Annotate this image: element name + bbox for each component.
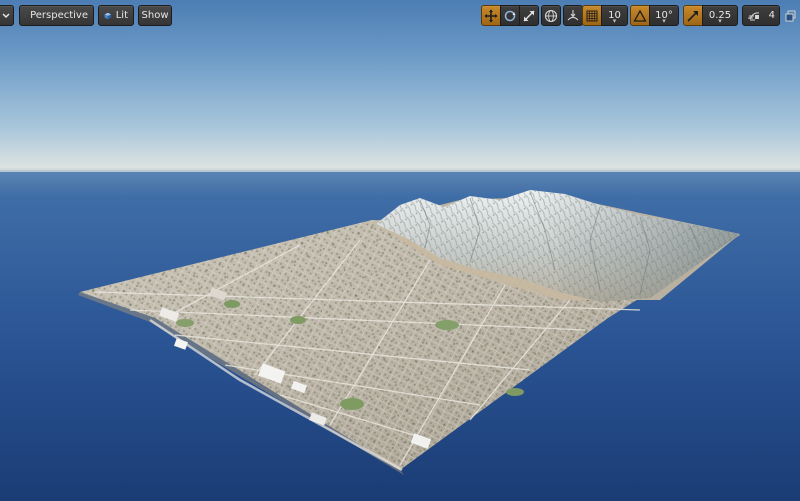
chevron-down-icon (2, 13, 10, 19)
scale-snap-value-dropdown[interactable]: 0.25 ▾ (702, 5, 738, 26)
surface-snap-icon (567, 9, 579, 20)
angle-icon (633, 9, 647, 22)
lit-cube-icon (104, 12, 112, 19)
perspective-icon (25, 15, 27, 16)
chevron-down-icon: ▾ (718, 17, 722, 25)
level-viewport[interactable]: Perspective Lit Show 10 ▾ 10° ▾ 0.25 ▾ 4 (0, 0, 800, 501)
chevron-down-icon: ▾ (612, 17, 617, 25)
grid-snap-value-dropdown[interactable]: 10 ▾ (601, 5, 628, 26)
maximize-viewport-button[interactable] (784, 8, 798, 22)
scale-tool-button[interactable] (519, 5, 539, 26)
translate-icon (484, 9, 498, 22)
scale-icon (523, 9, 535, 22)
camera-speed-value: 4 (768, 10, 775, 21)
maximize-icon (785, 10, 796, 22)
view-mode-lit-button[interactable]: Lit (98, 5, 134, 26)
scale-snap-icon (687, 10, 698, 22)
rotate-icon (504, 10, 516, 21)
perspective-label: Perspective (30, 10, 88, 21)
camera-speed-button[interactable]: 4 (742, 5, 780, 26)
globe-icon (544, 9, 558, 22)
viewport-options-button[interactable] (0, 5, 14, 26)
rotate-tool-button[interactable] (500, 5, 520, 26)
camera-speed-icon (748, 11, 760, 20)
translate-tool-button[interactable] (481, 5, 501, 26)
rotation-snap-value-dropdown[interactable]: 10° ▾ (649, 5, 679, 26)
grid-icon (586, 10, 598, 21)
show-button[interactable]: Show (138, 5, 172, 26)
lit-label: Lit (115, 10, 128, 21)
scene-render (0, 0, 800, 501)
grid-snap-toggle[interactable] (582, 5, 602, 26)
rotation-snap-toggle[interactable] (630, 5, 650, 26)
scale-snap-toggle[interactable] (683, 5, 703, 26)
viewport-toolbar: Perspective Lit Show 10 ▾ 10° ▾ 0.25 ▾ 4 (0, 0, 800, 30)
surface-snap-button[interactable] (563, 5, 583, 26)
chevron-down-icon: ▾ (662, 17, 666, 25)
world-local-toggle[interactable] (541, 5, 561, 26)
perspective-button[interactable]: Perspective (19, 5, 94, 26)
show-label: Show (141, 10, 169, 21)
